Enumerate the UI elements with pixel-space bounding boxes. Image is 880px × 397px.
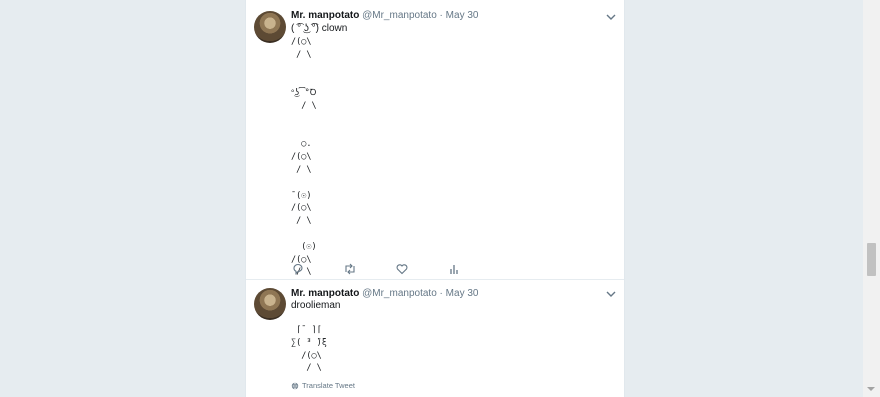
translate-tweet-link[interactable]: Translate Tweet bbox=[291, 381, 355, 390]
tweet-header: Mr. manpotato @Mr_manpotato · May 30 bbox=[291, 288, 478, 299]
tweet[interactable]: Mr. manpotato @Mr_manpotato · May 30 ( ͡… bbox=[246, 0, 624, 280]
translate-tweet-label[interactable]: Translate Tweet bbox=[302, 381, 355, 390]
display-name[interactable]: Mr. manpotato bbox=[291, 10, 359, 21]
analytics-icon[interactable] bbox=[447, 262, 461, 276]
tweet-date[interactable]: May 30 bbox=[446, 288, 479, 299]
like-icon[interactable] bbox=[395, 262, 409, 276]
scrollbar-thumb[interactable] bbox=[867, 243, 876, 276]
reply-icon[interactable] bbox=[291, 262, 305, 276]
tweet-text: ( ͡° ͜ʖ ͡°) clown bbox=[291, 23, 348, 34]
tweet[interactable]: Mr. manpotato @Mr_manpotato · May 30 dro… bbox=[246, 280, 624, 397]
tweet-ascii-art: /(◯\ / \ °͜ʖ͡°Ꝺ / \ ◯. /(◯\ / \ ¯(☉) /(◯… bbox=[291, 37, 317, 278]
username[interactable]: @Mr_manpotato bbox=[362, 10, 437, 21]
display-name[interactable]: Mr. manpotato bbox=[291, 288, 359, 299]
separator-dot: · bbox=[439, 288, 443, 299]
scroll-down-arrow-icon[interactable] bbox=[867, 387, 875, 391]
timeline: Mr. manpotato @Mr_manpotato · May 30 ( ͡… bbox=[245, 0, 625, 397]
globe-icon bbox=[291, 382, 299, 389]
retweet-icon[interactable] bbox=[343, 262, 357, 276]
separator-dot: · bbox=[439, 10, 443, 21]
tweet-header: Mr. manpotato @Mr_manpotato · May 30 bbox=[291, 10, 478, 21]
tweet-actions bbox=[291, 262, 591, 276]
tweet-date[interactable]: May 30 bbox=[446, 10, 479, 21]
avatar[interactable] bbox=[254, 11, 286, 43]
tweet-text: droolieman bbox=[291, 300, 341, 311]
tweet-ascii-art: ⌈¯ ⌉⌈ ∑( ̄³ ̄)ξ /(◯\ / \ bbox=[291, 325, 327, 374]
chevron-down-icon[interactable] bbox=[606, 289, 616, 299]
scrollbar[interactable] bbox=[863, 0, 880, 397]
chevron-down-icon[interactable] bbox=[606, 12, 616, 22]
avatar[interactable] bbox=[254, 288, 286, 320]
username[interactable]: @Mr_manpotato bbox=[362, 288, 437, 299]
